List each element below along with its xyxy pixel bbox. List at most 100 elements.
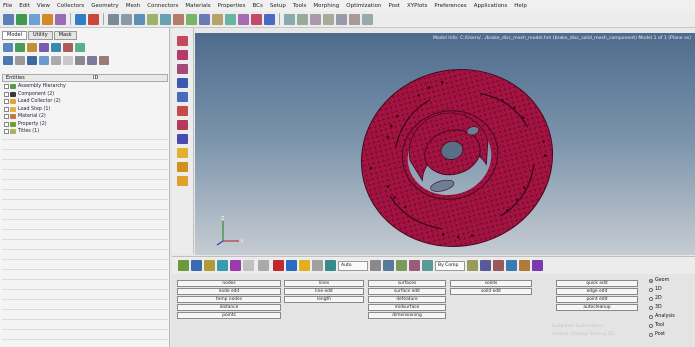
dimensioning-button[interactable]: dimensioning <box>368 312 446 319</box>
menu-file[interactable]: File <box>3 3 12 9</box>
viz-icon[interactable] <box>467 260 478 271</box>
vertical-tool-icon[interactable] <box>177 78 188 88</box>
graphics-viewport[interactable]: Model Info: C:/Users/.../brake_disc_mesh… <box>195 33 695 255</box>
tree-item[interactable]: Assembly Hierarchy <box>2 83 168 91</box>
viz-icon[interactable] <box>217 260 228 271</box>
viz-icon[interactable] <box>178 260 189 271</box>
expand-toggle[interactable] <box>4 121 9 127</box>
viz-icon[interactable] <box>422 260 433 271</box>
radio-1d[interactable]: 1D <box>649 287 662 292</box>
open-icon[interactable] <box>3 13 14 25</box>
import-icon[interactable] <box>29 13 40 25</box>
vertical-tool-icon[interactable] <box>177 120 188 130</box>
nodes-button[interactable]: nodes <box>177 280 281 287</box>
viz-icon[interactable] <box>519 260 530 271</box>
lines-button[interactable]: lines <box>284 280 364 287</box>
section-icon[interactable] <box>310 13 321 25</box>
menu-edit[interactable]: Edit <box>19 3 30 9</box>
menu-materials[interactable]: Materials <box>185 3 210 9</box>
view-back-icon[interactable] <box>212 13 223 25</box>
radio-dot[interactable] <box>649 305 653 310</box>
point-edit-button[interactable]: point edit <box>556 296 638 303</box>
vertical-tool-icon[interactable] <box>177 92 188 102</box>
expand-toggle[interactable] <box>4 114 9 120</box>
radio-3d[interactable]: 3D <box>649 305 662 310</box>
surfaces-button[interactable]: surfaces <box>368 280 446 287</box>
redo-icon[interactable] <box>362 13 373 25</box>
vertical-tool-icon[interactable] <box>177 134 188 144</box>
menu-collectors[interactable]: Collectors <box>57 3 84 9</box>
radio-dot[interactable] <box>649 314 653 319</box>
tree-item[interactable]: Load Step (1) <box>2 106 168 114</box>
color-mode-dropdown[interactable]: By Comp <box>435 260 465 271</box>
browser-icon[interactable] <box>63 43 73 52</box>
vertical-tool-icon[interactable] <box>177 176 188 186</box>
viz-icon[interactable] <box>493 260 504 271</box>
vertical-tool-icon[interactable] <box>177 162 188 172</box>
view-left-icon[interactable] <box>238 13 249 25</box>
view-top-icon[interactable] <box>160 13 171 25</box>
browser-icon[interactable] <box>27 43 37 52</box>
expand-toggle[interactable] <box>4 99 9 105</box>
browser-icon[interactable] <box>75 43 85 52</box>
display-icon[interactable] <box>251 13 262 25</box>
wireframe-icon[interactable] <box>264 13 275 25</box>
rotate-icon[interactable] <box>108 13 119 25</box>
viz-icon[interactable] <box>243 260 254 271</box>
radio-dot[interactable] <box>649 323 653 328</box>
dropdown-icon[interactable] <box>15 56 25 65</box>
measure-icon[interactable] <box>323 13 334 25</box>
radio-geom[interactable]: Geom <box>649 278 669 283</box>
browser-icon[interactable] <box>15 43 25 52</box>
length-button[interactable]: length <box>284 296 364 303</box>
viz-icon[interactable] <box>506 260 517 271</box>
browser-icon[interactable] <box>51 43 61 52</box>
points-button[interactable]: points <box>177 312 281 319</box>
vertical-tool-icon[interactable] <box>177 106 188 116</box>
viz-icon[interactable] <box>480 260 491 271</box>
menu-morphing[interactable]: Morphing <box>313 3 339 9</box>
snap-icon[interactable] <box>284 13 295 25</box>
viz-icon[interactable] <box>273 260 284 271</box>
radio-dot[interactable] <box>649 287 653 292</box>
view-bottom-icon[interactable] <box>199 13 210 25</box>
zoom-icon[interactable] <box>134 13 145 25</box>
viz-icon[interactable] <box>299 260 310 271</box>
tab-utility[interactable]: Utility <box>28 31 53 40</box>
line-edit-button[interactable]: line edit <box>284 288 364 295</box>
tree-item[interactable]: Material (2) <box>2 113 168 121</box>
view-iso-icon[interactable] <box>147 13 158 25</box>
browser-icon[interactable] <box>39 43 49 52</box>
radio-dot[interactable] <box>649 332 653 337</box>
view-front-icon[interactable] <box>173 13 184 25</box>
radio-analysis[interactable]: Analysis <box>649 314 675 319</box>
fit-icon[interactable] <box>297 13 308 25</box>
save-icon[interactable] <box>16 13 27 25</box>
display-all-icon[interactable] <box>75 56 85 65</box>
defeature-button[interactable]: defeature <box>368 296 446 303</box>
midsurface-button[interactable]: midsurface <box>368 304 446 311</box>
hide-icon[interactable] <box>99 56 109 65</box>
menu-help[interactable]: Help <box>514 3 527 9</box>
view-side-icon[interactable] <box>186 13 197 25</box>
display-mode-dropdown[interactable]: Auto <box>338 260 368 271</box>
viz-icon[interactable] <box>286 260 297 271</box>
menu-optimization[interactable]: Optimization <box>346 3 381 9</box>
radio-tool[interactable]: Tool <box>649 323 664 328</box>
vertical-tool-icon[interactable] <box>177 50 188 60</box>
menu-geometry[interactable]: Geometry <box>91 3 118 9</box>
filter-icon[interactable] <box>3 56 13 65</box>
viz-icon[interactable] <box>396 260 407 271</box>
isolate-icon[interactable] <box>87 56 97 65</box>
radio-2d[interactable]: 2D <box>649 296 662 301</box>
radio-post[interactable]: Post <box>649 332 665 337</box>
undo-icon[interactable] <box>349 13 360 25</box>
viz-icon[interactable] <box>230 260 241 271</box>
menu-tools[interactable]: Tools <box>293 3 307 9</box>
expand-toggle[interactable] <box>4 84 9 90</box>
tree-item[interactable]: Component (2) <box>2 91 168 99</box>
browser-icon[interactable] <box>3 43 13 52</box>
menu-properties[interactable]: Properties <box>218 3 246 9</box>
viz-icon[interactable] <box>383 260 394 271</box>
viz-icon[interactable] <box>204 260 215 271</box>
